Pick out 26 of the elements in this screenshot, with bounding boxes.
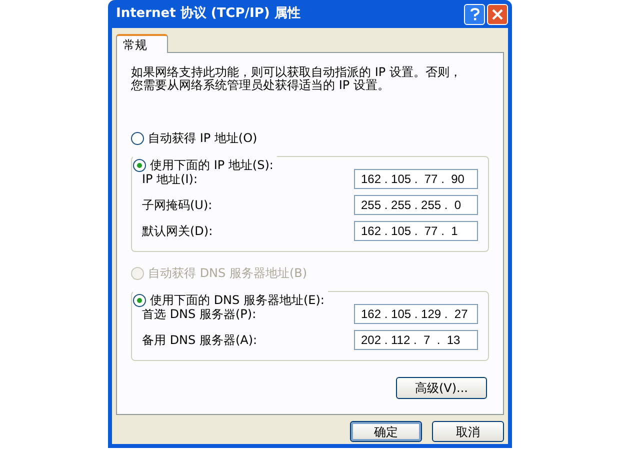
tab[interactable]: 常规 [116, 34, 168, 53]
field-label: 默认网关(D): [142, 223, 213, 240]
radio-label: 使用下面的 DNS 服务器地址(E): [150, 292, 324, 309]
radio-button[interactable] [133, 158, 146, 172]
intro-text: 如果网络支持此功能，则可以获取自动指派的 IP 设置。否则，您需要从网络系统管理员处获得适当的 IP 设置。 [131, 66, 462, 92]
radio-label: 自动获得 IP 地址(O) [148, 130, 258, 147]
address-field[interactable]: 202 . 112 . 7 . 13 [354, 330, 478, 350]
close-button[interactable] [487, 4, 508, 24]
field-label: 子网掩码(U): [142, 197, 212, 214]
radio-label: 使用下面的 IP 地址(S): [150, 157, 274, 174]
dialog-button[interactable]: 取消 [432, 421, 504, 442]
radio-button[interactable] [133, 294, 146, 306]
advanced-button[interactable]: 高级(V)... [396, 377, 487, 399]
field-label: IP 地址(I): [142, 171, 198, 188]
dialog-button[interactable]: 确定 [350, 421, 422, 442]
radio-label: 自动获得 DNS 服务器地址(B) [148, 265, 308, 282]
address-field[interactable]: 162 . 105 . 129 . 27 [354, 304, 478, 324]
question-mark-icon [470, 8, 480, 20]
window-title: Internet 协议 (TCP/IP) 属性 [116, 4, 300, 24]
field-label: 备用 DNS 服务器(A): [142, 332, 258, 349]
address-field[interactable]: 162 . 105 . 77 . 1 [354, 221, 478, 241]
radio-button[interactable] [131, 132, 144, 144]
help-button[interactable] [464, 4, 485, 24]
close-icon [492, 8, 503, 20]
address-field[interactable]: 255 . 255 . 255 . 0 [354, 195, 478, 215]
address-field[interactable]: 162 . 105 . 77 . 90 [354, 169, 478, 189]
